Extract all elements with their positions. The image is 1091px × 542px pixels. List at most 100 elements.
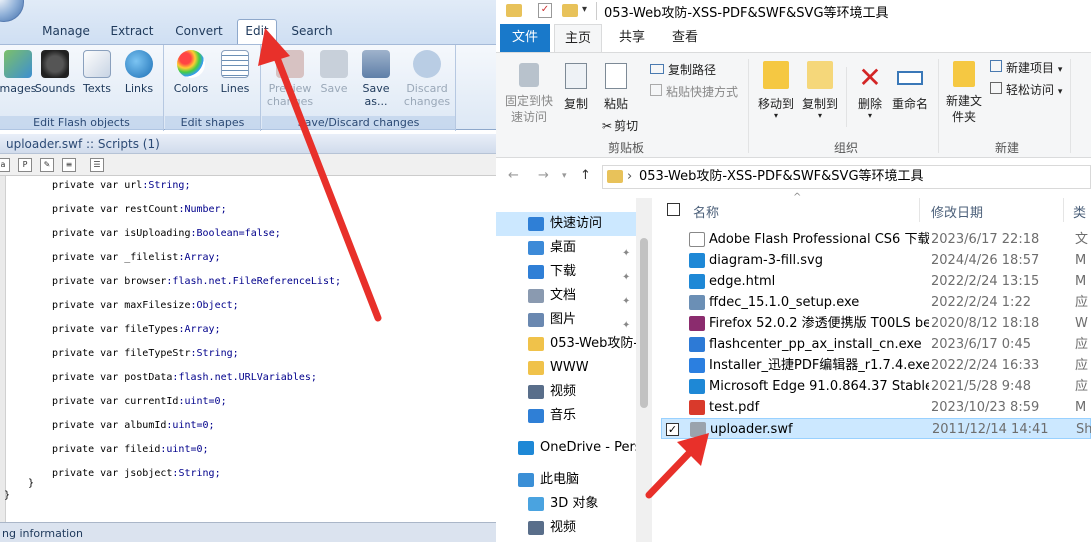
select-all-checkbox[interactable]	[667, 203, 680, 216]
file-row[interactable]: Adobe Flash Professional CS6 下载... 2023/6…	[661, 229, 1091, 250]
save-as-button[interactable]: Save as...	[354, 50, 398, 108]
text-view-icon[interactable]: ≡	[62, 158, 76, 172]
nav-item[interactable]: 3D 对象	[496, 492, 636, 516]
scroll-thumb[interactable]	[640, 238, 648, 408]
desktop-icon	[528, 241, 544, 255]
nav-item[interactable]: 文档 ✦	[496, 284, 636, 308]
nav-item-label: 文档	[550, 288, 577, 303]
nav-item[interactable]: 视频	[496, 380, 636, 404]
nav-item[interactable]: 053-Web攻防-XSS-P	[496, 332, 636, 356]
colors-button[interactable]: Colors	[169, 50, 213, 95]
file-type: 应	[1075, 295, 1089, 310]
nav-item[interactable]: 下载 ✦	[496, 260, 636, 284]
installer-icon	[689, 295, 705, 310]
paste-shortcut-button[interactable]: 粘贴快捷方式	[650, 83, 738, 100]
properties-icon[interactable]: ✓	[538, 3, 552, 18]
lines-button[interactable]: Lines	[213, 50, 257, 95]
edge-icon	[689, 379, 705, 394]
tab-edit[interactable]: Edit	[237, 19, 277, 45]
texts-button[interactable]: Texts	[75, 50, 119, 95]
easy-access-button[interactable]: 轻松访问 ▾	[990, 81, 1062, 98]
chevron-down-icon: ▾	[1057, 65, 1063, 75]
sounds-button[interactable]: Sounds	[33, 50, 77, 95]
nav-item[interactable]: WWW	[496, 356, 636, 380]
pdf-editor-icon	[689, 358, 705, 373]
file-row[interactable]: diagram-3-fill.svg 2024/4/26 18:57 M	[661, 250, 1091, 271]
new-folder-icon[interactable]	[562, 4, 578, 17]
clipboard-caption: 剪贴板	[607, 141, 644, 155]
file-name: diagram-3-fill.svg	[709, 253, 823, 268]
forward-icon[interactable]: →	[538, 168, 549, 183]
file-row[interactable]: flashcenter_pp_ax_install_cn.exe 2023/6/1…	[661, 334, 1091, 355]
pin-quick-access-button[interactable]: 固定到快速访问	[502, 63, 556, 125]
file-date: 2023/10/23 8:59	[931, 400, 1040, 415]
file-row[interactable]: Firefox 52.0.2 渗透便携版 T00LS bet... 2020/8/…	[661, 313, 1091, 334]
nav-item[interactable]: 此电脑	[496, 468, 636, 492]
nav-item[interactable]: 音乐	[496, 404, 636, 428]
customize-qat-icon[interactable]: ▾	[582, 4, 587, 15]
file-date: 2011/12/14 14:41	[932, 422, 1049, 437]
tab-extract[interactable]: Extract	[106, 20, 158, 44]
group-caption: Save/Discard changes	[262, 116, 455, 130]
tab-view[interactable]: 查看	[662, 24, 708, 52]
back-icon[interactable]: ←	[508, 168, 519, 183]
winrar-icon	[689, 316, 705, 331]
nav-item-label: 视频	[550, 384, 577, 399]
rename-icon	[897, 71, 923, 85]
file-row[interactable]: test.pdf 2023/10/23 8:59 M	[661, 397, 1091, 418]
list-view-icon[interactable]: ☰	[90, 158, 104, 172]
new-folder-button[interactable]: 新建文件夹	[942, 61, 986, 125]
code-line: private var url:String;	[52, 180, 191, 191]
rename-button[interactable]: 重命名	[890, 61, 930, 112]
column-type[interactable]: 类	[1073, 202, 1086, 221]
flash-icon	[689, 337, 705, 352]
column-name[interactable]: 名称	[693, 202, 719, 221]
nav-item[interactable]: 桌面 ✦	[496, 236, 636, 260]
tab-file[interactable]: 文件	[500, 24, 550, 52]
file-type: 文	[1075, 232, 1089, 247]
file-row[interactable]: Microsoft Edge 91.0.864.37 Stable... 2021…	[661, 376, 1091, 397]
nav-item[interactable]: 视频	[496, 516, 636, 540]
address-input[interactable]: › 053-Web攻防-XSS-PDF&SWF&SVG等环境工具	[602, 165, 1091, 189]
links-button[interactable]: Links	[117, 50, 161, 95]
deobfuscate-icon[interactable]: ✎	[40, 158, 54, 172]
tab-convert[interactable]: Convert	[170, 20, 228, 44]
nav-item[interactable]: 快速访问	[496, 212, 636, 236]
tab-search[interactable]: Search	[288, 20, 336, 44]
document-icon	[528, 289, 544, 303]
tab-home[interactable]: 主页	[554, 24, 602, 52]
save-button[interactable]: Save	[312, 50, 356, 95]
move-to-icon	[763, 61, 789, 89]
copy-button[interactable]: 复制	[558, 63, 594, 112]
pin-icon: ✦	[622, 296, 631, 307]
app-orb-button[interactable]	[0, 0, 24, 22]
file-row[interactable]: ffdec_15.1.0_setup.exe 2022/2/24 1:22 应	[661, 292, 1091, 313]
paste-button[interactable]: 粘贴	[598, 63, 634, 112]
file-row[interactable]: edge.html 2022/2/24 13:15 M	[661, 271, 1091, 292]
pcode-icon[interactable]: P	[18, 158, 32, 172]
code-editor[interactable]: private var url:String; private var restC…	[0, 176, 496, 522]
nav-item-label: 音乐	[550, 408, 577, 423]
row-checkbox[interactable]: ✓	[666, 423, 679, 436]
cut-button[interactable]: ✂ 剪切	[602, 117, 638, 134]
tab-manage[interactable]: Manage	[38, 20, 94, 44]
nav-item[interactable]: OneDrive - Perso	[496, 436, 636, 460]
copy-path-button[interactable]: 复制路径	[650, 61, 716, 78]
column-date[interactable]: 修改日期	[931, 202, 983, 221]
file-row[interactable]: Installer_迅捷PDF编辑器_r1.7.4.exe 2022/2/24 1…	[661, 355, 1091, 376]
copy-to-button[interactable]: 复制到 ▾	[800, 61, 840, 120]
nav-scrollbar[interactable]	[636, 198, 652, 542]
asm-toggle-icon[interactable]: a	[0, 158, 10, 172]
delete-button[interactable]: ✕ 删除 ▾	[852, 61, 888, 120]
move-to-button[interactable]: 移动到 ▾	[756, 61, 796, 120]
preview-changes-button[interactable]: Preview changes	[266, 50, 314, 108]
tab-share[interactable]: 共享	[610, 24, 654, 52]
recent-locations-icon[interactable]: ▾	[562, 171, 567, 181]
scissors-icon: ✂	[602, 119, 613, 133]
text-edit-icon	[83, 50, 111, 78]
new-item-button[interactable]: 新建项目 ▾	[990, 59, 1062, 76]
discard-changes-button[interactable]: Discard changes	[402, 50, 452, 108]
nav-item[interactable]: 图片 ✦	[496, 308, 636, 332]
up-icon[interactable]: ↑	[580, 168, 591, 183]
file-row[interactable]: ✓ uploader.swf 2011/12/14 14:41 Sh	[661, 418, 1091, 439]
